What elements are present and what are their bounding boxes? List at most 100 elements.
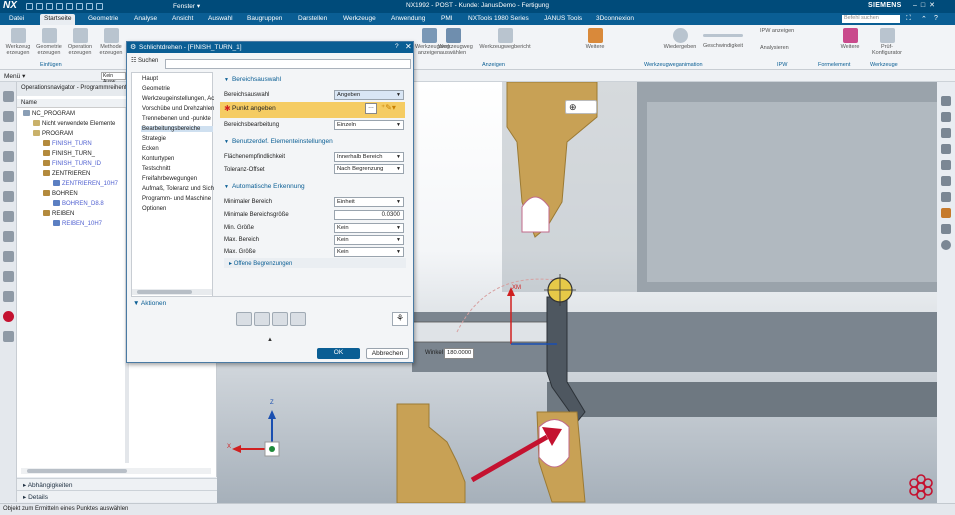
- scroll-thumb[interactable]: [137, 290, 192, 294]
- role-icon[interactable]: [3, 251, 14, 262]
- action-generate-icon[interactable]: [236, 312, 252, 326]
- input-minimale-bereichsgroesse[interactable]: 0.0300: [334, 210, 404, 220]
- tab-startseite[interactable]: Startseite: [40, 14, 76, 25]
- tree-row[interactable]: REIBEN: [43, 210, 74, 217]
- tab-analyse[interactable]: Analyse: [134, 15, 157, 22]
- tree-icon[interactable]: [3, 291, 14, 302]
- tab-ansicht[interactable]: Ansicht: [172, 15, 193, 22]
- dialog-page-item[interactable]: Vorschübe und Drehzahlen: [142, 106, 214, 112]
- dialog-page-item[interactable]: Haupt: [142, 76, 158, 82]
- cancel-button[interactable]: Abbrechen: [366, 348, 409, 359]
- group-werkzeuganimation[interactable]: Werkzeugweganimation: [644, 62, 703, 68]
- tab-auswahl[interactable]: Auswahl: [208, 15, 233, 22]
- operation-navigator-icon[interactable]: [3, 151, 14, 162]
- orient-icon[interactable]: [941, 128, 951, 138]
- group-anzeigen[interactable]: Anzeigen: [482, 62, 505, 68]
- tree-row[interactable]: FINISH_TURN_: [43, 150, 95, 157]
- tab-janus-tools[interactable]: JANUS Tools: [544, 15, 582, 22]
- part-navigator-icon[interactable]: [3, 111, 14, 122]
- weitere-button-1[interactable]: Weitere: [580, 28, 610, 50]
- dialog-page-item[interactable]: Trennebenen und -punkte: [142, 116, 211, 122]
- gear-icon[interactable]: ⚙: [130, 43, 136, 51]
- dialog-page-item[interactable]: Werkzeugeinstellungen, Ac: [142, 96, 214, 102]
- process-icon[interactable]: [3, 231, 14, 242]
- dialog-search-input[interactable]: [165, 59, 411, 69]
- tree-row[interactable]: Nicht verwendete Elemente: [33, 120, 115, 127]
- section-aktionen[interactable]: ▼ Aktionen: [133, 300, 166, 307]
- action-replay-icon[interactable]: [254, 312, 270, 326]
- tab-geometrie[interactable]: Geometrie: [88, 15, 118, 22]
- group-werkzeuge[interactable]: Werkzeuge: [870, 62, 898, 68]
- point-snap-icon[interactable]: ⁺✎▾: [381, 103, 403, 114]
- machine-tool-icon[interactable]: [3, 171, 14, 182]
- analysieren-button[interactable]: Analysieren: [760, 45, 810, 51]
- tab-darstellen[interactable]: Darstellen: [298, 15, 327, 22]
- dialog-page-item[interactable]: Ecken: [142, 146, 159, 152]
- tree-row[interactable]: REIBEN_10H7: [53, 220, 102, 227]
- dialog-page-item[interactable]: Bearbeitungsbereiche: [141, 126, 213, 132]
- dialog-titlebar[interactable]: ⚙ Schlichtdrehen - [FINISH_TURN_1] ? ✕: [127, 42, 413, 53]
- view-icon[interactable]: [941, 96, 951, 106]
- group-einfuegen[interactable]: Einfügen: [40, 62, 62, 68]
- select-minimaler-bereich[interactable]: Einheit ▼: [334, 197, 404, 207]
- select-max-bereich[interactable]: Kein ▼: [334, 235, 404, 245]
- geometrie-erzeugen-button[interactable]: Geometrie erzeugen: [34, 28, 64, 56]
- tree-row[interactable]: PROGRAM: [33, 130, 73, 137]
- werkzeugwegbericht-button[interactable]: Werkzeugwegbericht: [476, 28, 534, 50]
- operation-erzeugen-button[interactable]: Operation erzeugen: [65, 28, 95, 56]
- action-janus-icon[interactable]: ⚘: [392, 312, 408, 326]
- ok-button[interactable]: OK: [317, 348, 360, 359]
- geschwindigkeit-slider[interactable]: Geschwindigkeit: [700, 28, 746, 49]
- tree-row[interactable]: BOHREN: [43, 190, 78, 197]
- details-panel[interactable]: ▸ Details: [17, 490, 217, 502]
- dependencies-panel[interactable]: ▸ Abhängigkeiten: [17, 478, 217, 490]
- section-automatische-erkennung[interactable]: ▼ Automatische Erkennung: [224, 183, 305, 190]
- tree-row[interactable]: FINISH_TURN_ID: [43, 160, 101, 167]
- help-icon[interactable]: [941, 240, 951, 250]
- selection-filter-input[interactable]: Kein Ausw: [101, 72, 126, 85]
- tree-row[interactable]: ZENTRIEREN: [43, 170, 90, 177]
- pruef-konfigurator-button[interactable]: Prüf- Konfigurator: [872, 28, 902, 56]
- dialog-page-item[interactable]: Optionen: [142, 206, 166, 212]
- tab-pmi[interactable]: PMI: [441, 15, 453, 22]
- select-bereichsbearbeitung[interactable]: Einzeln ▼: [334, 120, 404, 130]
- tab-baugruppen[interactable]: Baugruppen: [247, 15, 282, 22]
- dialog-page-item[interactable]: Programm- und Maschine: [142, 196, 211, 202]
- werkzeugweg-auswaehlen-button[interactable]: Werkzeugweg auswählen: [438, 28, 473, 56]
- page-list-scrollbar[interactable]: [132, 289, 212, 295]
- tab-anwendung[interactable]: Anwendung: [391, 15, 425, 22]
- dialog-page-item[interactable]: Geometrie: [142, 86, 170, 92]
- action-list-icon[interactable]: [290, 312, 306, 326]
- tab-3dconnexion[interactable]: 3Dconnexion: [596, 15, 634, 22]
- tree-row[interactable]: BOHREN_D8.8: [53, 200, 104, 207]
- dialog-page-item[interactable]: Aufmaß, Toleranz und Sich: [142, 186, 214, 192]
- select-toleranz-offset[interactable]: Nach Begrenzung ▼: [334, 164, 404, 174]
- clock-icon[interactable]: [3, 271, 14, 282]
- winkel-input[interactable]: 180.0000: [444, 348, 474, 359]
- command-search-input[interactable]: Befehl suchen: [842, 15, 900, 23]
- section-benutzerdef[interactable]: ▼ Benutzerdef. Elementeinstellungen: [224, 138, 333, 145]
- column-header-name[interactable]: Name: [17, 99, 127, 108]
- action-verify-icon[interactable]: [272, 312, 288, 326]
- window-controls[interactable]: –□✕: [913, 1, 939, 9]
- point-dialog-button[interactable]: …: [365, 103, 377, 114]
- snap-point-button[interactable]: ⊕: [565, 100, 597, 114]
- tab-datei[interactable]: Datei: [9, 15, 24, 22]
- tab-nxtools[interactable]: NXTools 1980 Series: [468, 15, 529, 22]
- tree-row[interactable]: FINISH_TURN: [43, 140, 92, 147]
- help-icon[interactable]: ?: [934, 15, 938, 22]
- section-offene-begrenzungen[interactable]: ▸ Offene Begrenzungen: [224, 258, 406, 268]
- tab-werkzeuge[interactable]: Werkzeuge: [343, 15, 376, 22]
- janus-icon[interactable]: [3, 311, 14, 322]
- measure-icon[interactable]: [941, 160, 951, 170]
- weitere-button-2[interactable]: Weitere: [835, 28, 865, 50]
- scroll-thumb[interactable]: [27, 469, 127, 473]
- collapse-icon[interactable]: ⌃: [921, 15, 927, 23]
- methode-erzeugen-button[interactable]: Methode erzeugen: [96, 28, 126, 56]
- cut-icon[interactable]: [941, 176, 951, 186]
- dialog-page-item[interactable]: Strategie: [142, 136, 166, 142]
- assembly-navigator-icon[interactable]: [3, 131, 14, 142]
- navigator-icon[interactable]: [3, 91, 14, 102]
- menu-button[interactable]: Menü ▾: [4, 72, 25, 80]
- window-icon[interactable]: ⛶: [906, 15, 911, 23]
